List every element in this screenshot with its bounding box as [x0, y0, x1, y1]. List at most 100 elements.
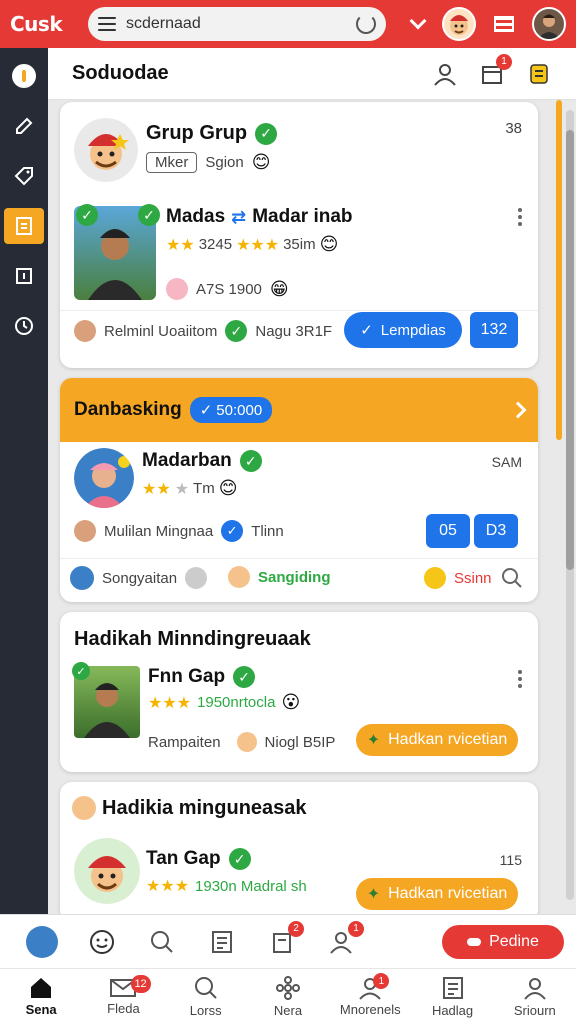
- chevron-down-icon[interactable]: [409, 12, 427, 30]
- sidebar-item-tags[interactable]: [4, 158, 44, 194]
- footer-link-c[interactable]: Ssinn: [454, 570, 492, 587]
- member-alt-name[interactable]: Madar inab: [252, 206, 352, 228]
- notifications-button[interactable]: 1: [480, 53, 512, 86]
- nav-label: Sriourn: [513, 1003, 556, 1018]
- chevron-right-icon[interactable]: [509, 401, 527, 419]
- more-options-icon[interactable]: [518, 208, 522, 226]
- verified-icon: ✓: [233, 666, 256, 688]
- camera-icon[interactable]: [185, 567, 208, 589]
- star-icon: ★★: [142, 480, 171, 498]
- nav-label: Lorss: [189, 1003, 222, 1018]
- footer-left-text: Relminl Uoaiitom: [104, 322, 218, 340]
- group-name[interactable]: Grup Grup: [146, 122, 247, 145]
- banking-header[interactable]: Danbasking ✓ 50:000: [60, 378, 538, 442]
- banking-card[interactable]: Danbasking ✓ 50:000 Madarban ✓ SAM ★★ ★ T…: [60, 378, 538, 602]
- app-logo[interactable]: Cusk: [10, 12, 76, 36]
- sidebar-item-edit[interactable]: [4, 108, 44, 144]
- nav-item-sriourn[interactable]: Sriourn: [494, 969, 576, 1024]
- count-button[interactable]: 132: [470, 312, 518, 348]
- mascot-mini-avatar: [72, 796, 96, 820]
- member-name[interactable]: Madas: [166, 206, 225, 228]
- scrollbar[interactable]: [566, 110, 574, 900]
- nav-item-fleda[interactable]: Fleda 12: [82, 969, 164, 1024]
- flag-icon[interactable]: [494, 16, 514, 32]
- user-avatar[interactable]: [532, 7, 566, 41]
- member-photo[interactable]: ✓ ✓: [74, 204, 160, 300]
- list-icon: [212, 930, 232, 953]
- clipboard-button[interactable]: 2: [252, 920, 312, 955]
- sub-mid-text: Niogl B5IP: [264, 733, 336, 751]
- mascot-mini-avatar: [228, 566, 250, 588]
- nav-item-hadlag[interactable]: Hadlag: [411, 969, 493, 1024]
- hadkan-button[interactable]: ✦ Hadkan rvicetian: [356, 878, 518, 910]
- madarban-avatar[interactable]: [74, 448, 134, 508]
- search-icon[interactable]: [500, 566, 524, 590]
- count-button-a[interactable]: 05: [426, 514, 470, 548]
- check-badge-icon: ✓: [221, 520, 244, 542]
- madarban-sub-left: Mulilan Mingnaa: [104, 522, 214, 540]
- surprised-icon: 😮: [281, 692, 301, 712]
- people-button[interactable]: 1: [312, 920, 372, 955]
- menu-icon[interactable]: [98, 17, 116, 31]
- search-button[interactable]: [132, 929, 192, 955]
- verified-icon: ✓: [255, 122, 278, 145]
- member-photo[interactable]: ✓: [72, 662, 140, 738]
- page-header: Soduodae 1: [48, 48, 576, 100]
- banking-pill[interactable]: ✓ 50:000: [189, 397, 273, 423]
- rating-text: 1950nrtocla: [197, 694, 276, 711]
- madarban-rating: Tm: [193, 480, 215, 497]
- madarban-name[interactable]: Madarban: [142, 450, 232, 472]
- action-bar: 2 1 Pedine: [0, 914, 576, 968]
- sidebar-item-home[interactable]: [4, 58, 44, 94]
- check-icon: ✓: [360, 322, 373, 339]
- post-card-1[interactable]: Hadikah Minndingreuaak ✓ Fnn Gap ✓ ★★★ 1…: [60, 612, 538, 772]
- user-avatar-button[interactable]: [12, 925, 72, 958]
- more-options-icon[interactable]: [518, 670, 522, 688]
- madarban-time: SAM: [491, 454, 522, 470]
- nav-label: Mnorenels: [339, 1002, 401, 1017]
- scrollbar-thumb[interactable]: [566, 130, 574, 570]
- list-icon: [442, 977, 463, 999]
- profile-icon: [524, 978, 546, 1000]
- orange-rail: [556, 100, 562, 440]
- role-sub: Sgion: [205, 154, 244, 171]
- mascot-avatar[interactable]: [442, 7, 476, 41]
- flower-icon: [275, 976, 300, 1000]
- feed-content[interactable]: Grup Grup ✓ 38 Mker Sgion 😊 ✓ ✓ Madas ⇄ …: [48, 100, 576, 914]
- profile-icon[interactable]: [432, 61, 458, 87]
- search-input[interactable]: [126, 15, 356, 33]
- pedine-button[interactable]: Pedine: [442, 924, 564, 959]
- hadkan-button[interactable]: ✦ Hadkan rvicetian: [356, 724, 518, 756]
- nav-item-mnorenels[interactable]: Mnorenels 1: [329, 969, 411, 1024]
- post-title[interactable]: Hadikah Minndingreuaak: [74, 628, 311, 651]
- member-name[interactable]: Fnn Gap: [148, 666, 225, 688]
- nav-label: Nera: [273, 1003, 303, 1018]
- app-root: Cusk scdernaad Soduodae 1 Grup Grup ✓ 38…: [0, 0, 576, 1024]
- trophy-icon[interactable]: [526, 61, 552, 87]
- nav-item-nera[interactable]: Nera: [247, 969, 329, 1024]
- count-button-b[interactable]: D3: [474, 514, 518, 548]
- nav-item-sena[interactable]: Sena: [0, 969, 82, 1024]
- emoji-button[interactable]: [72, 929, 132, 955]
- sidebar-item-documents[interactable]: [4, 208, 44, 244]
- search-box[interactable]: [88, 7, 386, 41]
- list-button[interactable]: [192, 929, 252, 955]
- lempdias-button[interactable]: ✓ Lempdias: [344, 312, 462, 348]
- role-tag[interactable]: Mker: [146, 152, 198, 173]
- post-card-2[interactable]: Hadikia minguneasak Tan Gap ✓ 115 ★★★ 19…: [60, 782, 538, 914]
- sidebar-item-info[interactable]: [4, 258, 44, 294]
- group-avatar[interactable]: [74, 118, 138, 182]
- member-name[interactable]: Tan Gap: [146, 848, 221, 870]
- group-card[interactable]: Grup Grup ✓ 38 Mker Sgion 😊 ✓ ✓ Madas ⇄ …: [60, 102, 538, 368]
- refresh-icon[interactable]: [356, 14, 376, 34]
- nav-badge: 1: [373, 973, 390, 989]
- hadkan-label: Hadkan rvicetian: [388, 885, 508, 902]
- footer-link-b[interactable]: Sangiding: [258, 569, 331, 586]
- mascot-avatar[interactable]: [74, 838, 140, 904]
- footer-link-a[interactable]: Songyaitan: [102, 570, 177, 587]
- document-icon: [16, 217, 32, 235]
- sidebar-item-history[interactable]: [4, 308, 44, 344]
- star-icon: ★★★: [236, 236, 280, 254]
- post-title[interactable]: Hadikia minguneasak: [102, 797, 307, 820]
- nav-item-lorss[interactable]: Lorss: [165, 969, 247, 1024]
